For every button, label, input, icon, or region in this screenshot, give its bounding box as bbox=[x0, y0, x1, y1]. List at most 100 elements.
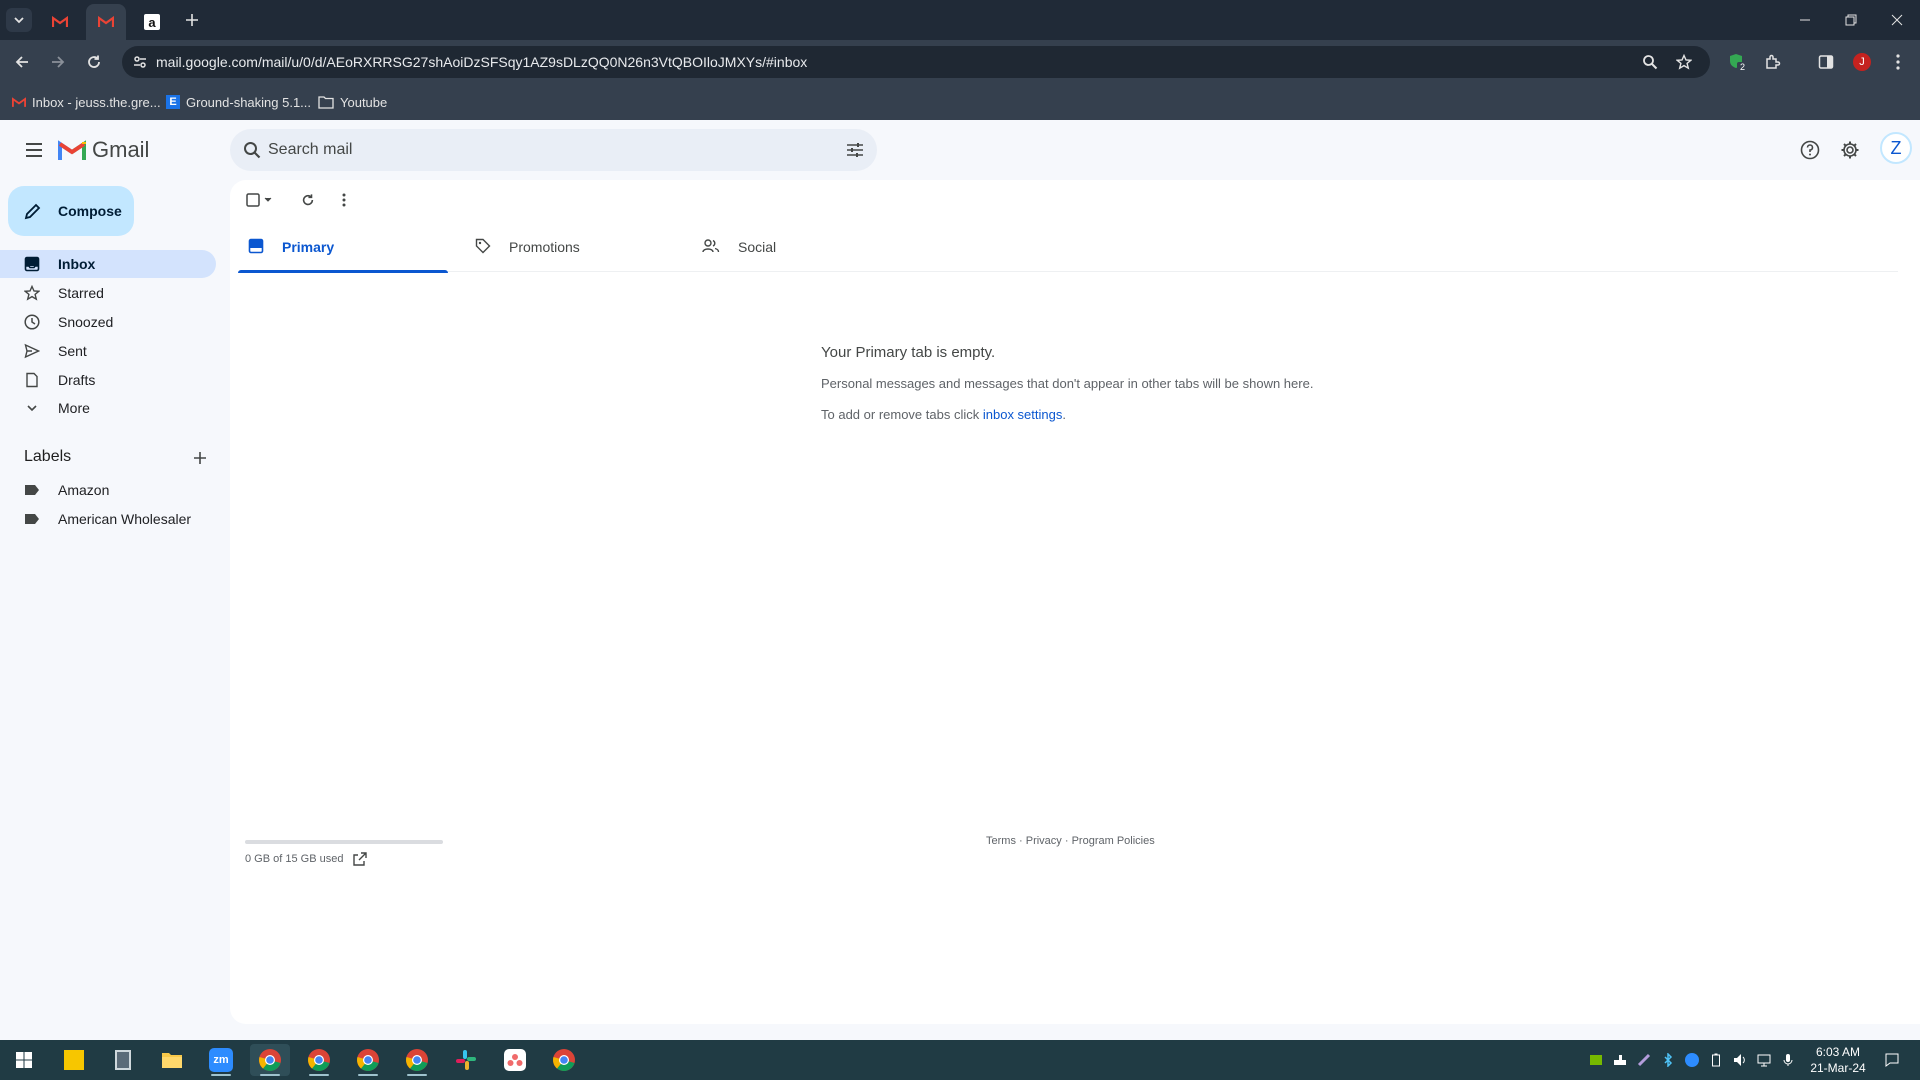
tab-search-button[interactable] bbox=[6, 8, 32, 32]
compose-button[interactable]: Compose bbox=[8, 186, 134, 236]
browser-tab-gmail-active[interactable] bbox=[86, 4, 126, 40]
volume-tray-icon[interactable] bbox=[1732, 1052, 1748, 1068]
clock-date: 21-Mar-24 bbox=[1810, 1061, 1866, 1075]
nvidia-tray-icon[interactable] bbox=[1588, 1052, 1604, 1068]
zoom-app[interactable]: zm bbox=[201, 1044, 241, 1076]
create-label-button[interactable] bbox=[188, 446, 212, 470]
nav-item-more[interactable]: More bbox=[0, 394, 216, 422]
clock-icon bbox=[24, 314, 40, 330]
search-options-icon[interactable] bbox=[843, 138, 867, 162]
chrome-menu-button[interactable] bbox=[1884, 48, 1912, 76]
nav-label: Starred bbox=[58, 285, 104, 301]
gmail-logo[interactable]: Gmail bbox=[58, 137, 149, 163]
chrome-app-5[interactable] bbox=[544, 1044, 584, 1076]
gmail-logo-text: Gmail bbox=[92, 137, 150, 162]
search-bar[interactable] bbox=[230, 129, 877, 171]
side-panel-button[interactable] bbox=[1812, 48, 1840, 76]
nav-item-snoozed[interactable]: Snoozed bbox=[0, 308, 216, 336]
label-item-american-wholesaler[interactable]: American Wholesaler bbox=[0, 505, 216, 533]
minimize-button[interactable] bbox=[1782, 0, 1828, 40]
search-icon[interactable] bbox=[240, 138, 264, 162]
taskbar-clock[interactable]: 6:03 AM 21-Mar-24 bbox=[1800, 1044, 1876, 1076]
tab-promotions[interactable]: Promotions bbox=[465, 222, 675, 272]
bookmark-youtube-folder[interactable]: Youtube bbox=[318, 92, 387, 112]
notifications-tray-icon[interactable] bbox=[1884, 1052, 1900, 1068]
nav-item-inbox[interactable]: Inbox bbox=[0, 250, 216, 278]
reload-icon bbox=[88, 55, 100, 68]
label-icon bbox=[24, 482, 40, 498]
program-policies-link[interactable]: Program Policies bbox=[1072, 835, 1155, 847]
chrome-app-4[interactable] bbox=[397, 1044, 437, 1076]
battery-tray-icon[interactable] bbox=[1708, 1052, 1724, 1068]
network-tray-icon[interactable] bbox=[1756, 1052, 1772, 1068]
inbox-settings-link[interactable]: inbox settings bbox=[983, 407, 1063, 422]
asana-icon bbox=[504, 1049, 526, 1071]
nav-item-drafts[interactable]: Drafts bbox=[0, 366, 216, 394]
tab-primary[interactable]: Primary bbox=[238, 222, 448, 273]
cloud-sync-tray-icon[interactable] bbox=[1612, 1052, 1628, 1068]
chrome-app-2[interactable] bbox=[299, 1044, 339, 1076]
url-text[interactable]: mail.google.com/mail/u/0/d/AEoRXRRSG27sh… bbox=[156, 54, 807, 70]
forward-button[interactable] bbox=[42, 46, 74, 78]
restore-button[interactable] bbox=[1828, 0, 1874, 40]
checkbox-dropdown-icon bbox=[246, 193, 272, 207]
bluetooth-tray-icon[interactable] bbox=[1660, 1052, 1676, 1068]
search-input[interactable] bbox=[268, 129, 808, 171]
nav-item-starred[interactable]: Starred bbox=[0, 279, 216, 307]
label-item-amazon[interactable]: Amazon bbox=[0, 476, 216, 504]
bookmark-inbox[interactable]: Inbox - jeuss.the.gre... bbox=[12, 92, 161, 112]
refresh-button[interactable] bbox=[296, 188, 320, 212]
microphone-tray-icon[interactable] bbox=[1780, 1052, 1796, 1068]
gmail-m-icon bbox=[58, 140, 86, 160]
chrome-app-3[interactable] bbox=[348, 1044, 388, 1076]
tab-social[interactable]: Social bbox=[692, 222, 902, 272]
pen-tray-icon[interactable] bbox=[1636, 1052, 1652, 1068]
label-name: American Wholesaler bbox=[58, 511, 192, 527]
slack-icon bbox=[456, 1050, 476, 1070]
zoom-tray-icon[interactable] bbox=[1684, 1052, 1700, 1068]
more-actions-button[interactable] bbox=[334, 188, 354, 212]
file-explorer-app[interactable] bbox=[152, 1044, 192, 1076]
close-window-button[interactable] bbox=[1874, 0, 1920, 40]
plus-icon bbox=[194, 452, 206, 464]
nav-item-sent[interactable]: Sent bbox=[0, 337, 216, 365]
tab-label: Primary bbox=[282, 239, 335, 255]
zoom-icon[interactable] bbox=[1638, 50, 1662, 74]
open-in-new-icon[interactable] bbox=[353, 852, 368, 866]
draft-icon bbox=[24, 372, 40, 388]
privacy-link[interactable]: Privacy bbox=[1026, 835, 1062, 847]
back-button[interactable] bbox=[6, 46, 38, 78]
support-button[interactable] bbox=[1794, 134, 1826, 166]
sticky-notes-app[interactable] bbox=[54, 1044, 94, 1076]
browser-tab-gmail[interactable] bbox=[40, 4, 80, 40]
site-info-icon[interactable] bbox=[128, 50, 152, 74]
select-all-checkbox[interactable] bbox=[244, 188, 278, 212]
chrome-app-1[interactable] bbox=[250, 1044, 290, 1076]
terms-link[interactable]: Terms bbox=[986, 835, 1016, 847]
new-tab-button[interactable] bbox=[180, 8, 204, 32]
main-menu-button[interactable] bbox=[18, 134, 50, 166]
tab-label: Promotions bbox=[509, 239, 580, 255]
empty-state-description: Personal messages and messages that don'… bbox=[821, 376, 1314, 391]
asana-app[interactable] bbox=[495, 1044, 535, 1076]
settings-button[interactable] bbox=[1834, 134, 1866, 166]
gmail-icon bbox=[12, 96, 26, 107]
calculator-app[interactable] bbox=[103, 1044, 143, 1076]
avatar: J bbox=[1853, 53, 1871, 71]
inbox-panel: Primary Promotions Social Your Primary t… bbox=[230, 180, 1920, 1024]
storage-usage-bar bbox=[245, 840, 443, 844]
bookmark-ground-shaking[interactable]: E Ground-shaking 5.1... bbox=[166, 92, 311, 112]
reload-button[interactable] bbox=[78, 46, 110, 78]
address-bar[interactable]: mail.google.com/mail/u/0/d/AEoRXRRSG27sh… bbox=[122, 46, 1710, 78]
start-button[interactable] bbox=[4, 1044, 44, 1076]
extensions-button[interactable] bbox=[1759, 48, 1787, 76]
extension-shield-icon[interactable]: 2 bbox=[1724, 48, 1752, 76]
slack-app[interactable] bbox=[446, 1044, 486, 1076]
account-avatar[interactable]: Z bbox=[1880, 132, 1912, 164]
empty-state-title: Your Primary tab is empty. bbox=[821, 344, 996, 361]
profile-avatar[interactable]: J bbox=[1848, 48, 1876, 76]
help-icon bbox=[1800, 140, 1820, 160]
browser-tab-amazon[interactable]: a bbox=[132, 4, 172, 40]
bookmark-star-icon[interactable] bbox=[1672, 50, 1696, 74]
gear-icon bbox=[1841, 141, 1859, 159]
